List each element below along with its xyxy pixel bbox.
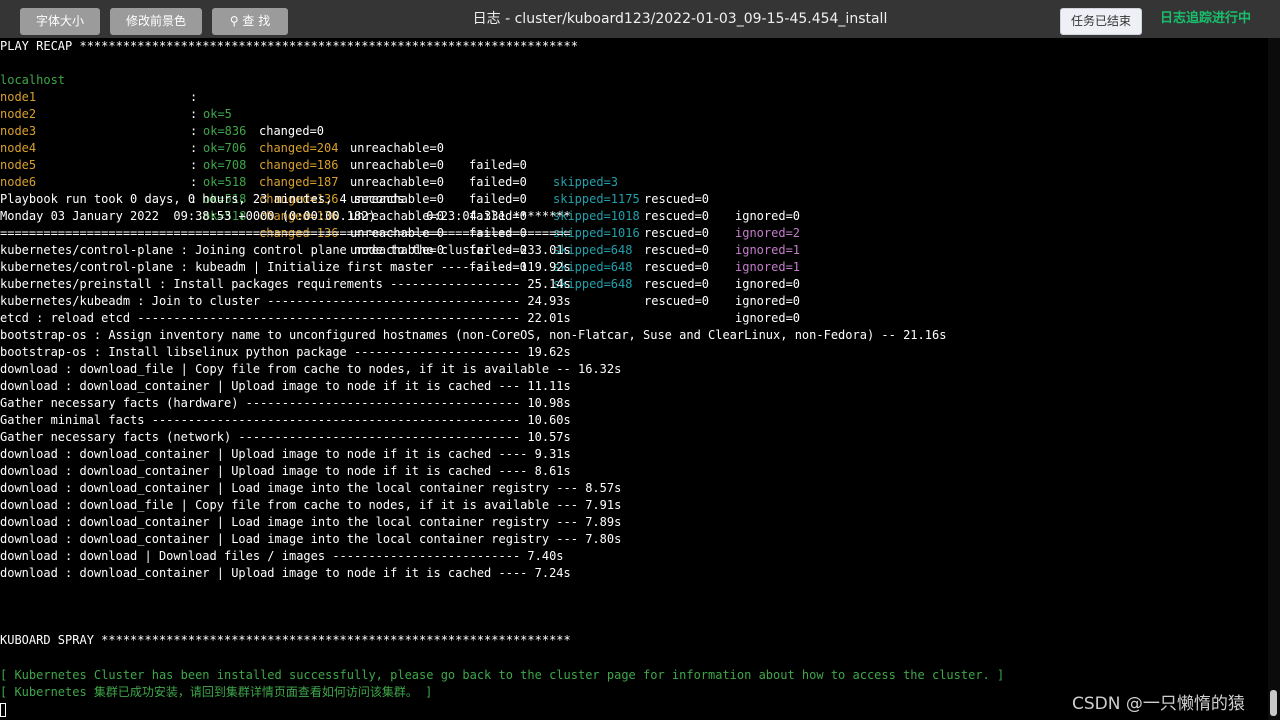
- recap-failed: failed=0: [469, 175, 527, 189]
- recap-colon: :: [190, 141, 198, 155]
- recap-changed: changed=0: [259, 124, 325, 138]
- timing-line: download : download_container | Load ima…: [0, 532, 622, 546]
- timing-line: etcd : reload etcd ---------------------…: [0, 311, 571, 325]
- recap-ok: ok=5: [203, 107, 232, 121]
- recap-colon: :: [190, 90, 198, 104]
- recap-ok: ok=706: [203, 141, 247, 155]
- recap-ignored: ignored=1: [735, 243, 801, 257]
- timing-line: download : download | Download files / i…: [0, 549, 564, 563]
- recap-unreachable: unreachable=0: [350, 175, 444, 189]
- recap-ignored: ignored=0: [735, 277, 801, 291]
- recap-rescued: rescued=0: [644, 260, 710, 274]
- timing-line: kubernetes/kubeadm : Join to cluster ---…: [0, 294, 571, 308]
- recap-ok: ok=708: [203, 158, 247, 172]
- recap-row: node4 : ok=518 changed=136 unreachable=0…: [0, 123, 800, 291]
- recap-unreachable: unreachable=0: [350, 141, 444, 155]
- recap-rescued: rescued=0: [644, 294, 710, 308]
- recap-ignored: ignored=0: [735, 294, 801, 308]
- recap-colon: :: [190, 124, 198, 138]
- timing-line: download : download_container | Load ima…: [0, 481, 622, 495]
- recap-ignored: ignored=1: [735, 260, 801, 274]
- timing-line: Gather necessary facts (hardware) ------…: [0, 396, 571, 410]
- recap-host: node6: [0, 175, 37, 189]
- timing-line: Gather minimal facts -------------------…: [0, 413, 571, 427]
- recap-changed: changed=186: [259, 158, 339, 172]
- recap-rescued: rescued=0: [644, 243, 710, 257]
- recap-rescued: rescued=0: [644, 277, 710, 291]
- recap-colon: :: [190, 107, 198, 121]
- timing-line: kubernetes/preinstall : Install packages…: [0, 277, 571, 291]
- recap-row: node1 : ok=836 changed=204 unreachable=0…: [0, 72, 800, 240]
- recap-rescued: rescued=0: [644, 209, 710, 223]
- page-title: 日志 - cluster/kuboard123/2022-01-03_09-15…: [472, 11, 888, 27]
- timestamp-line: Monday 03 January 2022 09:38:53 +0000 (0…: [0, 209, 571, 223]
- timing-line: kubernetes/control-plane : Joining contr…: [0, 243, 571, 257]
- recap-ignored: ignored=2: [735, 226, 801, 240]
- terminal-output[interactable]: PLAY RECAP *****************************…: [0, 38, 1268, 720]
- recap-colon: :: [190, 175, 198, 189]
- foreground-color-button[interactable]: 修改前景色: [110, 8, 202, 35]
- timing-line: download : download_file | Copy file fro…: [0, 498, 622, 512]
- task-ended-button[interactable]: 任务已结束: [1060, 8, 1142, 35]
- timing-line: download : download_container | Upload i…: [0, 566, 571, 580]
- font-size-button[interactable]: 字体大小: [20, 8, 100, 35]
- search-label: 查 找: [242, 14, 271, 28]
- scrollbar-thumb[interactable]: [1270, 690, 1277, 716]
- recap-changed: changed=204: [259, 141, 339, 155]
- timing-line: bootstrap-os : Install libselinux python…: [0, 345, 571, 359]
- kuboard-spray-header: KUBOARD SPRAY **************************…: [0, 633, 571, 647]
- timing-line: bootstrap-os : Assign inventory name to …: [0, 328, 947, 342]
- search-icon: ⚲: [229, 14, 239, 28]
- recap-skipped: skipped=3: [553, 175, 619, 189]
- recap-skipped: skipped=1175: [553, 192, 640, 206]
- success-message-en: [ Kubernetes Cluster has been installed …: [0, 668, 1005, 682]
- playbook-took-line: Playbook run took 0 days, 0 hours, 23 mi…: [0, 192, 405, 206]
- timing-line: download : download_container | Upload i…: [0, 464, 571, 478]
- recap-row: node3 : ok=708 changed=187 unreachable=0…: [0, 106, 800, 274]
- play-recap-header: PLAY RECAP *****************************…: [0, 39, 578, 53]
- recap-rescued: rescued=0: [644, 226, 710, 240]
- watermark: CSDN @一只懒惰的猿: [1072, 694, 1245, 714]
- timing-line: download : download_container | Upload i…: [0, 447, 571, 461]
- success-message-zh: [ Kubernetes 集群已成功安装，请回到集群详情页面查看如何访问该集群。…: [0, 685, 433, 699]
- recap-row: node2 : ok=706 changed=186 unreachable=0…: [0, 89, 800, 257]
- timing-line: Gather necessary facts (network) -------…: [0, 430, 571, 444]
- recap-changed: changed=187: [259, 175, 339, 189]
- tracing-status: 日志追踪进行中: [1160, 11, 1252, 26]
- recap-row: node5 : ok=518 changed=136 unreachable=0…: [0, 140, 800, 308]
- recap-failed: failed=0: [469, 192, 527, 206]
- scrollbar[interactable]: [1268, 38, 1280, 720]
- recap-failed: failed=0: [469, 158, 527, 172]
- timing-line: download : download_file | Copy file fro…: [0, 362, 622, 376]
- recap-unreachable: unreachable=0: [350, 158, 444, 172]
- recap-ignored: ignored=0: [735, 209, 801, 223]
- recap-row: localhost : ok=5 changed=0 unreachable=0…: [0, 55, 800, 223]
- timing-line: kubernetes/control-plane : kubeadm | Ini…: [0, 260, 571, 274]
- recap-row: node6 : ok=518 changed=136 unreachable=0…: [0, 157, 800, 325]
- timing-line: download : download_container | Load ima…: [0, 515, 622, 529]
- recap-ok: ok=518: [203, 175, 247, 189]
- search-button[interactable]: ⚲ 查 找: [212, 8, 288, 35]
- timing-line: download : download_container | Upload i…: [0, 379, 571, 393]
- recap-ok: ok=836: [203, 124, 247, 138]
- toolbar: 字体大小 修改前景色 ⚲ 查 找 日志 - cluster/kuboard123…: [0, 0, 1280, 38]
- recap-rescued: rescued=0: [644, 192, 710, 206]
- recap-colon: :: [190, 158, 198, 172]
- recap-ignored: ignored=0: [735, 311, 801, 325]
- separator-line: ========================================…: [0, 226, 571, 240]
- terminal-cursor: [0, 703, 6, 717]
